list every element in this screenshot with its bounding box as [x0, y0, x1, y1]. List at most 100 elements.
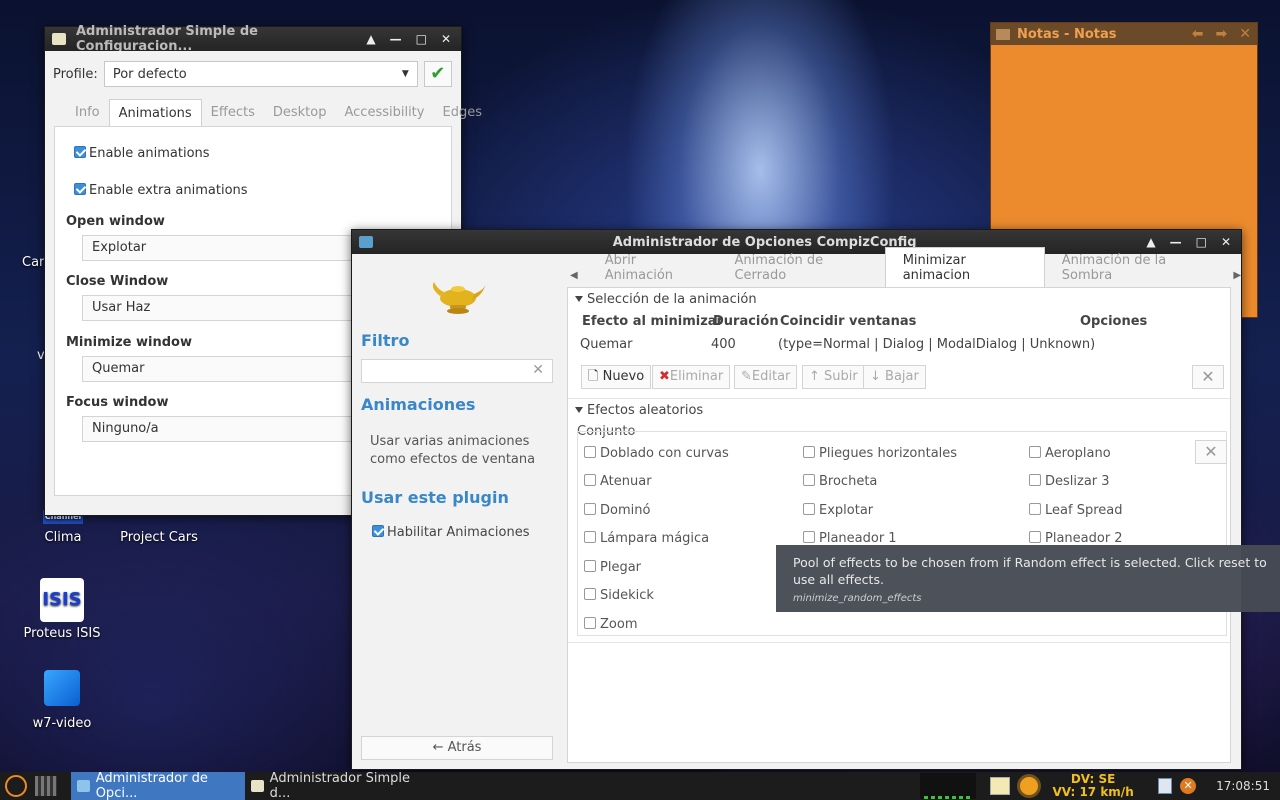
tab-desktop[interactable]: Desktop [264, 99, 336, 127]
tab-animacion-sombra[interactable]: Animación de la Sombra [1045, 248, 1226, 288]
effect-checkbox[interactable]: Dominó [584, 503, 650, 518]
show-desktop-icon[interactable] [35, 776, 57, 796]
delete-button[interactable]: ✖Eliminar [652, 365, 731, 389]
filter-input[interactable]: ✕ [361, 359, 553, 383]
update-icon[interactable]: ✕ [1180, 778, 1197, 794]
effect-checkbox[interactable]: Lámpara mágica [584, 531, 709, 546]
enable-plugin-checkbox[interactable]: Habilitar Animaciones [372, 525, 529, 540]
checkbox-unchecked [1029, 531, 1041, 543]
tab-minimizar-animacion[interactable]: Minimizar animacion [884, 247, 1045, 288]
button-label: Editar [751, 369, 791, 384]
tab-scroll-left-icon[interactable]: ◀ [566, 270, 588, 288]
column-header-effect[interactable]: Efecto al minimizar [582, 314, 723, 329]
enable-animations-checkbox[interactable]: Enable animations [74, 146, 210, 161]
window-icon [77, 780, 90, 792]
minimize-icon[interactable]: — [1170, 235, 1182, 249]
effect-checkbox[interactable]: Explotar [803, 503, 873, 518]
minimize-icon[interactable]: — [390, 32, 402, 46]
notes-tray-icon[interactable] [990, 777, 1011, 795]
selection-section-header[interactable]: Selección de la animación [575, 292, 757, 307]
effect-checkbox[interactable]: Sidekick [584, 588, 654, 603]
notes-title: Notas - Notas [1017, 26, 1117, 42]
effect-checkbox[interactable]: Aeroplano [1029, 446, 1111, 461]
effect-checkbox[interactable]: Leaf Spread [1029, 503, 1122, 518]
clock[interactable]: 17:08:51 [1216, 779, 1280, 793]
simple-tabs: Info Animations Effects Desktop Accessib… [66, 99, 491, 127]
desktop-icon-proteus-isis[interactable]: ISIS Proteus ISIS [12, 578, 112, 641]
arrow-left-icon[interactable]: ⬅ [1192, 26, 1204, 42]
profile-select[interactable]: Por defecto ▼ [103, 61, 418, 87]
edit-button[interactable]: ✎Editar [734, 365, 798, 389]
clear-icon[interactable]: ✕ [532, 362, 544, 378]
tab-animations[interactable]: Animations [108, 99, 202, 127]
up-icon[interactable]: ▲ [1146, 235, 1155, 249]
effect-checkbox[interactable]: Deslizar 3 [1029, 474, 1110, 489]
column-header-options[interactable]: Opciones [1080, 314, 1147, 329]
expander-icon [575, 296, 583, 302]
tab-animacion-cerrado[interactable]: Animación de Cerrado [717, 248, 884, 288]
compiz-body: Filtro ✕ Animaciones Usar varias animaci… [352, 247, 1241, 769]
open-window-label: Open window [66, 214, 165, 229]
task-compizconfig[interactable]: Administrador de Opci... [71, 771, 245, 800]
reset-effects-button[interactable]: ✕ [1195, 440, 1227, 464]
start-menu-icon[interactable] [5, 775, 27, 797]
minimize-window-combo[interactable]: Quemar [82, 356, 382, 382]
effect-checkbox[interactable]: Planeador 1 [803, 531, 897, 546]
enable-extra-animations-checkbox[interactable]: Enable extra animations [74, 183, 248, 198]
effect-checkbox[interactable]: Brocheta [803, 474, 877, 489]
close-icon[interactable]: ✕ [441, 32, 451, 46]
checkbox-unchecked [584, 617, 596, 629]
new-button[interactable]: 🗋 Nuevo [581, 365, 652, 389]
arrow-right-icon[interactable]: ➡ [1216, 26, 1228, 42]
random-section-header[interactable]: Efectos aleatorios [575, 403, 703, 418]
taskbar: Administrador de Opci... Administrador S… [0, 771, 1280, 800]
close-window-label: Close Window [66, 274, 169, 289]
simple-config-titlebar[interactable]: Administrador Simple de Configuracion...… [45, 24, 461, 54]
checkmark-icon: ✔ [430, 63, 446, 84]
checkbox-checked [74, 183, 86, 195]
focus-window-combo[interactable]: Ninguno/a [82, 416, 382, 442]
close-icon[interactable]: ✕ [1239, 26, 1251, 42]
close-window-combo[interactable]: Usar Haz [82, 295, 382, 321]
tab-info[interactable]: Info [66, 99, 109, 127]
effect-checkbox[interactable]: Doblado con curvas [584, 446, 729, 461]
checkbox-unchecked [584, 503, 596, 515]
effect-checkbox[interactable]: Plegar [584, 560, 641, 575]
open-window-combo[interactable]: Explotar [82, 235, 382, 261]
up-button[interactable]: ↑ Subir [802, 365, 865, 389]
system-monitor-graph [920, 773, 977, 799]
back-button[interactable]: ← Atrás [361, 736, 553, 760]
apply-profile-button[interactable]: ✔ [423, 61, 452, 87]
weather-info: DV: SE VV: 17 km/h [1048, 773, 1138, 799]
wind-speed: VV: 17 km/h [1052, 785, 1134, 799]
effect-checkbox[interactable]: Planeador 2 [1029, 531, 1123, 546]
close-icon[interactable]: ✕ [1221, 235, 1231, 249]
down-button[interactable]: ↓ Bajar [863, 365, 926, 389]
task-simple-config[interactable]: Administrador Simple d... [245, 771, 425, 800]
tab-scroll-right-icon[interactable]: ▶ [1225, 270, 1241, 288]
checkbox-unchecked [1029, 474, 1041, 486]
tab-edges[interactable]: Edges [433, 99, 491, 127]
column-header-match[interactable]: Coincidir ventanas [780, 314, 916, 329]
effect-checkbox[interactable]: Atenuar [584, 474, 652, 489]
up-icon[interactable]: ▲ [366, 32, 375, 46]
sun-icon [1020, 777, 1039, 795]
maximize-icon[interactable]: □ [1196, 235, 1207, 249]
desktop-icon-w7-video[interactable]: w7-video [12, 670, 112, 731]
column-header-duration[interactable]: Duración [713, 314, 779, 329]
clipboard-icon[interactable] [1158, 778, 1173, 794]
effect-checkbox[interactable]: Pliegues horizontales [803, 446, 957, 461]
reset-selection-button[interactable]: ✕ [1192, 365, 1224, 389]
compizconfig-window[interactable]: Administrador de Opciones CompizConfig ▲… [351, 229, 1242, 770]
effect-label: Brocheta [819, 474, 878, 489]
maximize-icon[interactable]: □ [416, 32, 427, 46]
checkbox-label: Enable animations [89, 146, 210, 161]
tab-abrir-animacion[interactable]: Abrir Animación [588, 248, 718, 288]
notes-titlebar[interactable]: Notas - Notas ⬅ ➡ ✕ [991, 23, 1257, 45]
tab-effects[interactable]: Effects [202, 99, 264, 127]
table-row[interactable]: Quemar 400 (type=Normal | Dialog | Modal… [568, 332, 1230, 356]
tab-accessibility[interactable]: Accessibility [335, 99, 433, 127]
minimize-settings-panel: Selección de la animación Efecto al mini… [567, 287, 1231, 763]
tooltip-text: Pool of effects to be chosen from if Ran… [793, 555, 1267, 587]
effect-checkbox[interactable]: Zoom [584, 617, 637, 632]
